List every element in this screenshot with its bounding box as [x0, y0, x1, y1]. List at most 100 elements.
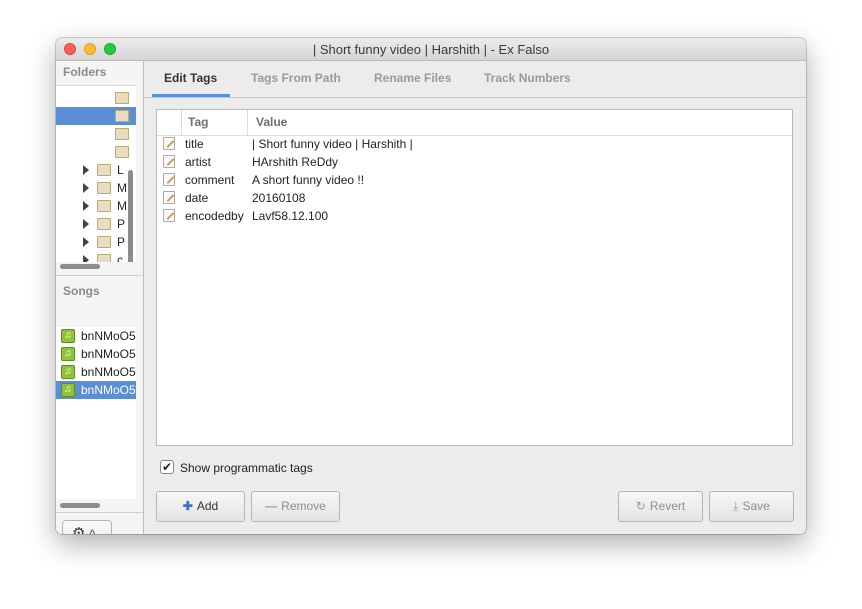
song-label: bnNMoO5	[81, 347, 136, 361]
expander-arrow-icon[interactable]	[83, 201, 89, 211]
save-button[interactable]: ⤓ Save	[709, 491, 794, 522]
expander-arrow-icon[interactable]	[83, 183, 89, 193]
tag-table[interactable]: Tag Value title | Short funny video | Ha…	[156, 109, 793, 446]
table-row[interactable]: date 20160108	[157, 189, 792, 207]
music-note-icon: ♫	[61, 347, 75, 361]
active-tab-indicator	[152, 94, 230, 97]
folder-row-selected[interactable]	[56, 107, 136, 125]
tab-tags-from-path[interactable]: Tags From Path	[251, 71, 341, 85]
column-divider	[247, 110, 248, 135]
folder-icon	[115, 128, 129, 140]
table-row[interactable]: encodedby Lavf58.12.100	[157, 207, 792, 225]
column-header-tag[interactable]: Tag	[188, 115, 208, 129]
folder-row[interactable]	[56, 125, 136, 143]
tag-cell[interactable]: comment	[185, 173, 234, 187]
revert-button[interactable]: ↻ Revert	[618, 491, 703, 522]
tab-rename-files[interactable]: Rename Files	[374, 71, 451, 85]
music-note-icon: ♫	[61, 383, 75, 397]
tag-cell[interactable]: encodedby	[185, 209, 244, 223]
song-row[interactable]: ♫ bnNMoO5	[56, 363, 136, 381]
edit-pencil-icon	[163, 155, 175, 168]
revert-button-label: Revert	[649, 499, 686, 513]
folder-label: M	[117, 199, 127, 213]
folder-label: P	[117, 235, 126, 249]
tag-cell[interactable]: artist	[185, 155, 211, 169]
folder-row[interactable]: M	[56, 197, 136, 215]
tab-track-numbers[interactable]: Track Numbers	[484, 71, 571, 85]
tab-edit-tags[interactable]: Edit Tags	[164, 71, 217, 85]
plus-icon: ✚	[182, 499, 193, 513]
window-title: | Short funny video | Harshith | - Ex Fa…	[312, 42, 550, 57]
edit-pencil-icon	[163, 137, 175, 150]
tag-cell[interactable]: date	[185, 191, 208, 205]
expander-arrow-icon[interactable]	[83, 255, 89, 262]
folder-icon	[97, 182, 111, 194]
folder-icon	[97, 218, 111, 230]
value-cell[interactable]: HArshith ReDdy	[252, 155, 338, 169]
folder-icon	[115, 92, 129, 104]
folder-row[interactable]: M	[56, 179, 136, 197]
more-indicator: ...	[120, 527, 131, 534]
checkmark-icon: ✔	[161, 460, 173, 474]
save-icon: ⤓	[733, 499, 739, 513]
expander-arrow-icon[interactable]	[83, 237, 89, 247]
folder-icon	[115, 146, 129, 158]
value-cell[interactable]: 20160108	[252, 191, 305, 205]
song-label: bnNMoO5	[81, 383, 136, 397]
folder-row[interactable]: P	[56, 233, 136, 251]
folders-list[interactable]: L M M P P c	[56, 85, 136, 262]
folder-row[interactable]: L	[56, 161, 136, 179]
title-bar: | Short funny video | Harshith | - Ex Fa…	[56, 38, 806, 61]
song-label: bnNMoO5	[81, 329, 136, 343]
folder-icon	[115, 110, 129, 122]
table-row[interactable]: artist HArshith ReDdy	[157, 153, 792, 171]
folder-icon	[97, 164, 111, 176]
tag-cell[interactable]: title	[185, 137, 204, 151]
folder-row[interactable]	[56, 143, 136, 161]
folders-header: Folders	[63, 65, 107, 79]
folder-row[interactable]	[56, 89, 136, 107]
chevron-up-icon: ^	[89, 527, 96, 534]
folder-row[interactable]: P	[56, 215, 136, 233]
remove-button[interactable]: — Remove	[251, 491, 340, 522]
folder-label: P	[117, 217, 126, 231]
folder-label: M	[117, 181, 127, 195]
left-pane: Folders L M M P P c Songs ♫ bnNMoO5 ♫ bn…	[56, 61, 144, 534]
folders-horizontal-scrollbar[interactable]	[60, 264, 100, 269]
value-cell[interactable]: Lavf58.12.100	[252, 209, 328, 223]
table-row[interactable]: comment A short funny video !!	[157, 171, 792, 189]
expander-arrow-icon[interactable]	[83, 219, 89, 229]
songs-horizontal-scrollbar[interactable]	[60, 503, 100, 508]
folder-label: c	[117, 253, 123, 262]
value-cell[interactable]: A short funny video !!	[252, 173, 364, 187]
save-button-label: Save	[742, 499, 770, 513]
edit-pencil-icon	[163, 191, 175, 204]
preferences-menu-button[interactable]: ⚙ ^	[62, 520, 112, 534]
song-label: bnNMoO5	[81, 365, 136, 379]
song-row-selected[interactable]: ♫ bnNMoO5	[56, 381, 136, 399]
music-note-icon: ♫	[61, 365, 75, 379]
expander-arrow-icon[interactable]	[83, 165, 89, 175]
add-button-label: Add	[196, 499, 219, 513]
value-cell[interactable]: | Short funny video | Harshith |	[252, 137, 413, 151]
column-header-value[interactable]: Value	[256, 115, 287, 129]
table-row[interactable]: title | Short funny video | Harshith |	[157, 135, 792, 153]
revert-icon: ↻	[635, 499, 646, 513]
songs-header: Songs	[63, 284, 100, 298]
music-note-icon: ♫	[61, 329, 75, 343]
folder-icon	[97, 236, 111, 248]
folder-row[interactable]: c	[56, 251, 136, 262]
song-row[interactable]: ♫ bnNMoO5	[56, 345, 136, 363]
minus-icon: —	[265, 499, 278, 513]
songs-list[interactable]: ♫ bnNMoO5 ♫ bnNMoO5 ♫ bnNMoO5 ♫ bnNMoO5	[56, 327, 136, 499]
show-programmatic-tags-label[interactable]: Show programmatic tags	[180, 461, 313, 475]
pane-divider	[56, 512, 143, 513]
show-programmatic-tags-checkbox[interactable]: ✔	[160, 460, 174, 474]
tab-bar: Edit Tags Tags From Path Rename Files Tr…	[144, 61, 806, 98]
folders-vertical-scrollbar[interactable]	[128, 170, 133, 262]
add-button[interactable]: ✚ Add	[156, 491, 245, 522]
folder-label: L	[117, 163, 124, 177]
edit-pencil-icon	[163, 173, 175, 186]
pane-divider[interactable]	[56, 275, 143, 276]
song-row[interactable]: ♫ bnNMoO5	[56, 327, 136, 345]
